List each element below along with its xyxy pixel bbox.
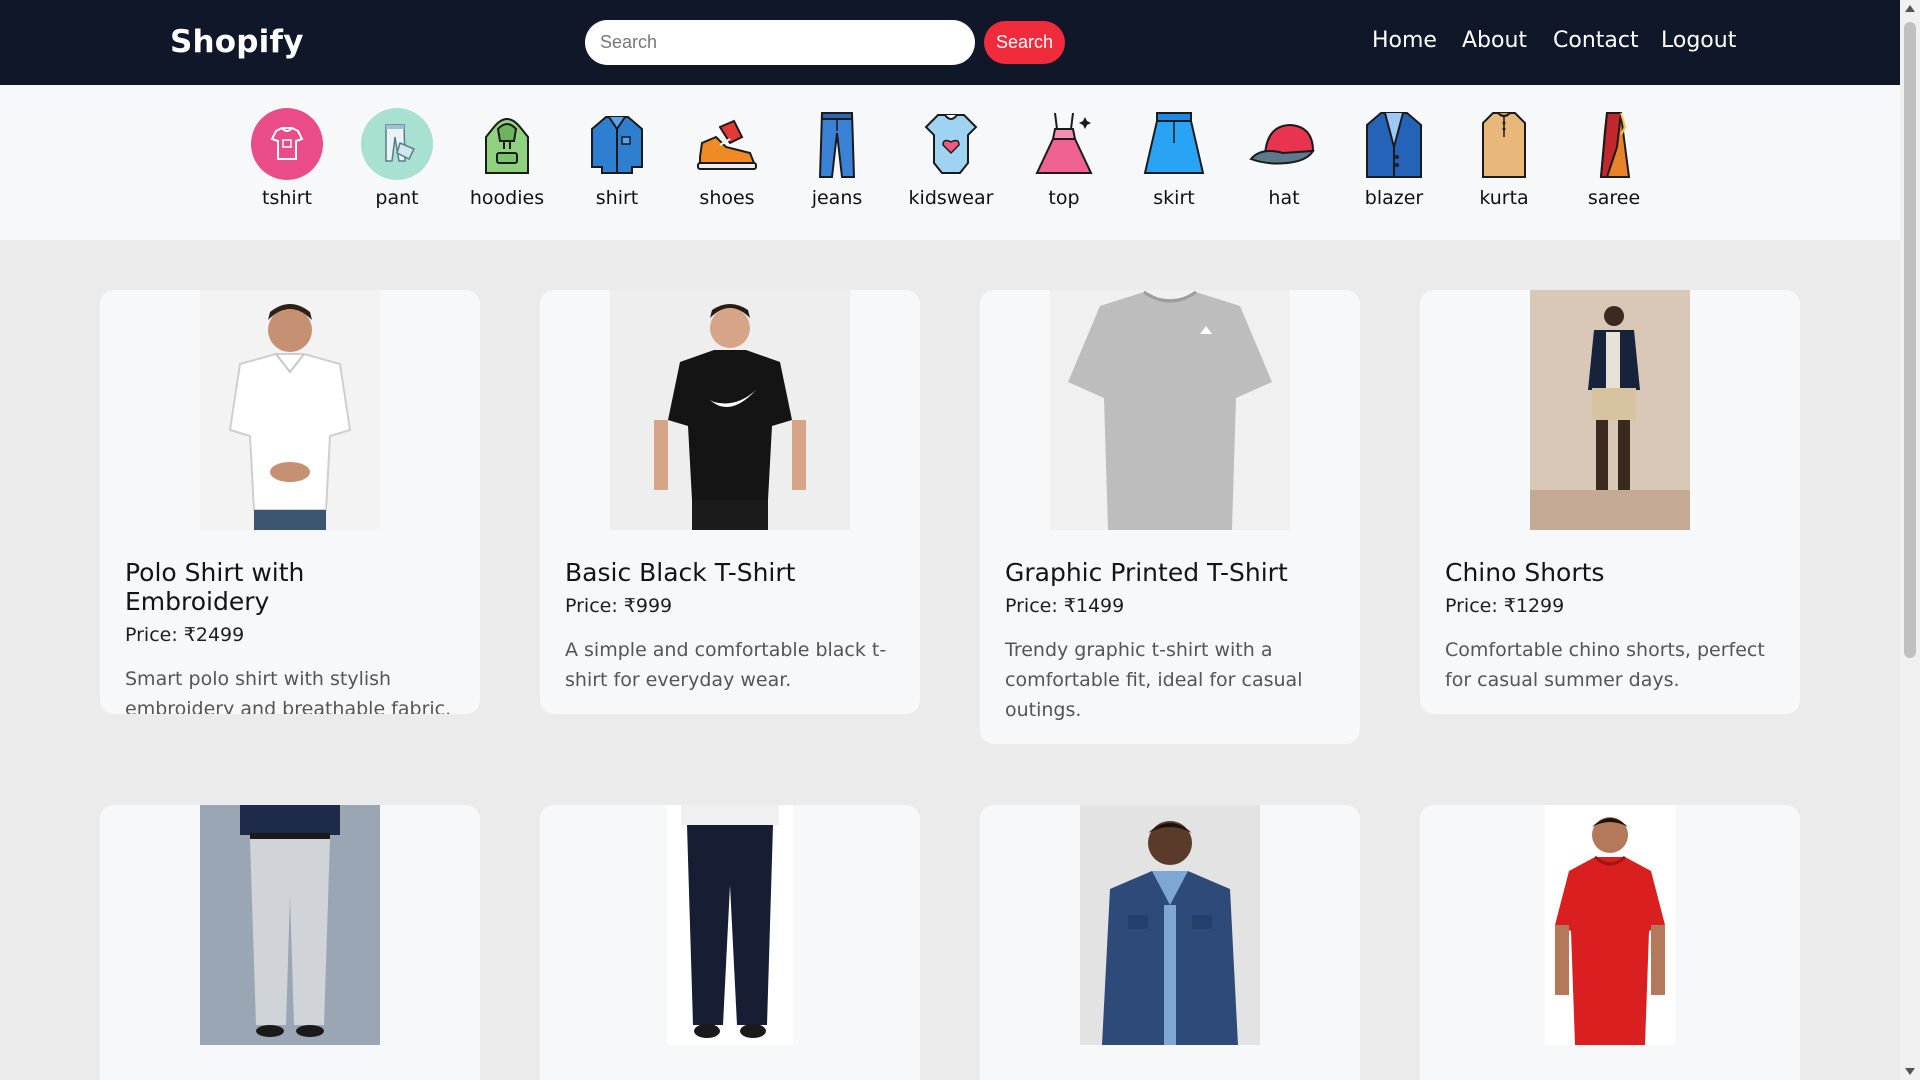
shoes-icon — [697, 119, 757, 170]
product-description: Trendy graphic t-shirt with a comfortabl… — [1005, 639, 1303, 721]
kurta-icon — [1482, 112, 1526, 178]
product-title: Polo Shirt with Embroidery — [125, 558, 305, 616]
category-label: kurta — [1479, 187, 1529, 209]
category-label: skirt — [1153, 187, 1195, 209]
kidswear-icon — [924, 114, 978, 174]
product-card[interactable]: Graphic Printed T-Shirt Price: ₹1499 Tre… — [980, 290, 1360, 744]
search-input[interactable] — [585, 20, 975, 65]
category-hoodies[interactable]: hoodies — [452, 107, 562, 209]
product-price: Price: ₹1499 — [1005, 595, 1125, 617]
category-label: jeans — [811, 187, 863, 209]
category-label: saree — [1587, 187, 1641, 209]
product-card[interactable] — [540, 805, 920, 1080]
category-hat[interactable]: hat — [1229, 107, 1339, 209]
skirt-icon — [1143, 112, 1205, 174]
category-label: shoes — [699, 187, 755, 209]
top-icon — [1035, 112, 1093, 174]
jeans-icon — [818, 112, 856, 178]
category-saree[interactable]: saree — [1559, 107, 1669, 209]
hat-icon — [1249, 123, 1315, 165]
saree-icon — [1599, 112, 1631, 178]
hoodie-icon — [485, 118, 529, 174]
product-image — [200, 290, 380, 530]
category-label: top — [1048, 187, 1080, 209]
product-card[interactable] — [100, 805, 480, 1080]
shirt-icon — [591, 116, 643, 174]
nav-about-link[interactable]: About — [1462, 28, 1527, 53]
product-card[interactable] — [1420, 805, 1800, 1080]
brand-logo[interactable]: Shopify — [170, 24, 304, 60]
category-tshirt[interactable]: tshirt — [232, 107, 342, 209]
tshirt-icon — [251, 108, 323, 180]
product-price: Price: ₹1299 — [1445, 595, 1565, 617]
category-label: blazer — [1364, 187, 1424, 209]
pant-icon — [361, 108, 433, 180]
category-pant[interactable]: pant — [342, 107, 452, 209]
category-label: pant — [375, 187, 419, 209]
product-image — [1080, 805, 1260, 1045]
product-image — [1530, 290, 1690, 530]
product-image — [667, 805, 793, 1045]
search-button[interactable]: Search — [984, 21, 1065, 64]
product-title: Chino Shorts — [1445, 558, 1605, 587]
category-top[interactable]: top — [1009, 107, 1119, 209]
category-blazer[interactable]: blazer — [1339, 107, 1449, 209]
nav-logout-link[interactable]: Logout — [1661, 28, 1736, 53]
product-price: Price: ₹999 — [565, 595, 673, 617]
product-image — [1050, 290, 1290, 530]
product-image — [610, 290, 850, 530]
top-navbar: Shopify Search Home About Contact Logout — [0, 0, 1900, 85]
product-title: Graphic Printed T-Shirt — [1005, 558, 1288, 587]
category-kidswear[interactable]: kidswear — [896, 107, 1006, 209]
category-label: shirt — [595, 187, 639, 209]
category-label: hat — [1268, 187, 1300, 209]
category-jeans[interactable]: jeans — [782, 107, 892, 209]
page-scrollbar[interactable] — [1900, 0, 1920, 1080]
nav-contact-link[interactable]: Contact — [1553, 28, 1639, 53]
product-description: A simple and comfortable black t-shirt f… — [565, 639, 887, 691]
product-description: Comfortable chino shorts, perfect for ca… — [1445, 639, 1765, 691]
category-shirt[interactable]: shirt — [562, 107, 672, 209]
product-image — [200, 805, 380, 1045]
scroll-down-arrow-icon[interactable] — [1905, 1068, 1915, 1075]
product-card[interactable]: Chino Shorts Price: ₹1299 Comfortable ch… — [1420, 290, 1800, 714]
category-skirt[interactable]: skirt — [1119, 107, 1229, 209]
product-card[interactable]: Polo Shirt with Embroidery Price: ₹2499 … — [100, 290, 480, 714]
product-card[interactable]: Basic Black T-Shirt Price: ₹999 A simple… — [540, 290, 920, 714]
category-label: kidswear — [908, 187, 994, 209]
category-shoes[interactable]: shoes — [672, 107, 782, 209]
product-description: Smart polo shirt with stylish embroidery… — [125, 668, 452, 714]
category-label: tshirt — [262, 187, 312, 209]
product-price: Price: ₹2499 — [125, 624, 245, 646]
product-title: Basic Black T-Shirt — [565, 558, 796, 587]
category-bar: tshirt pant hoodies shirt shoes jeans ki… — [0, 85, 1900, 240]
product-card[interactable] — [980, 805, 1360, 1080]
scroll-up-arrow-icon[interactable] — [1905, 5, 1915, 12]
scrollbar-thumb[interactable] — [1904, 22, 1916, 658]
blazer-icon — [1366, 112, 1422, 178]
product-image — [1545, 805, 1675, 1045]
category-kurta[interactable]: kurta — [1449, 107, 1559, 209]
nav-home-link[interactable]: Home — [1372, 28, 1437, 53]
category-label: hoodies — [469, 187, 545, 209]
